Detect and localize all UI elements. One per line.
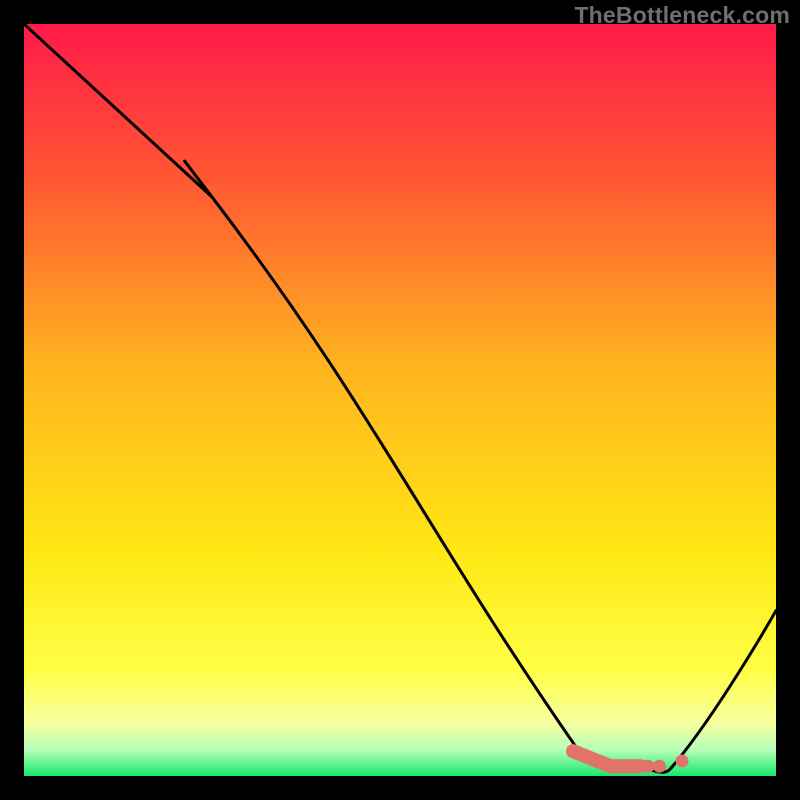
gradient-background xyxy=(24,24,776,776)
highlight-dot xyxy=(653,760,666,773)
watermark-text: TheBottleneck.com xyxy=(574,2,790,29)
bottleneck-chart xyxy=(24,24,776,776)
highlight-dot xyxy=(642,760,655,773)
highlight-dot xyxy=(676,754,689,767)
plot-frame xyxy=(24,24,776,776)
